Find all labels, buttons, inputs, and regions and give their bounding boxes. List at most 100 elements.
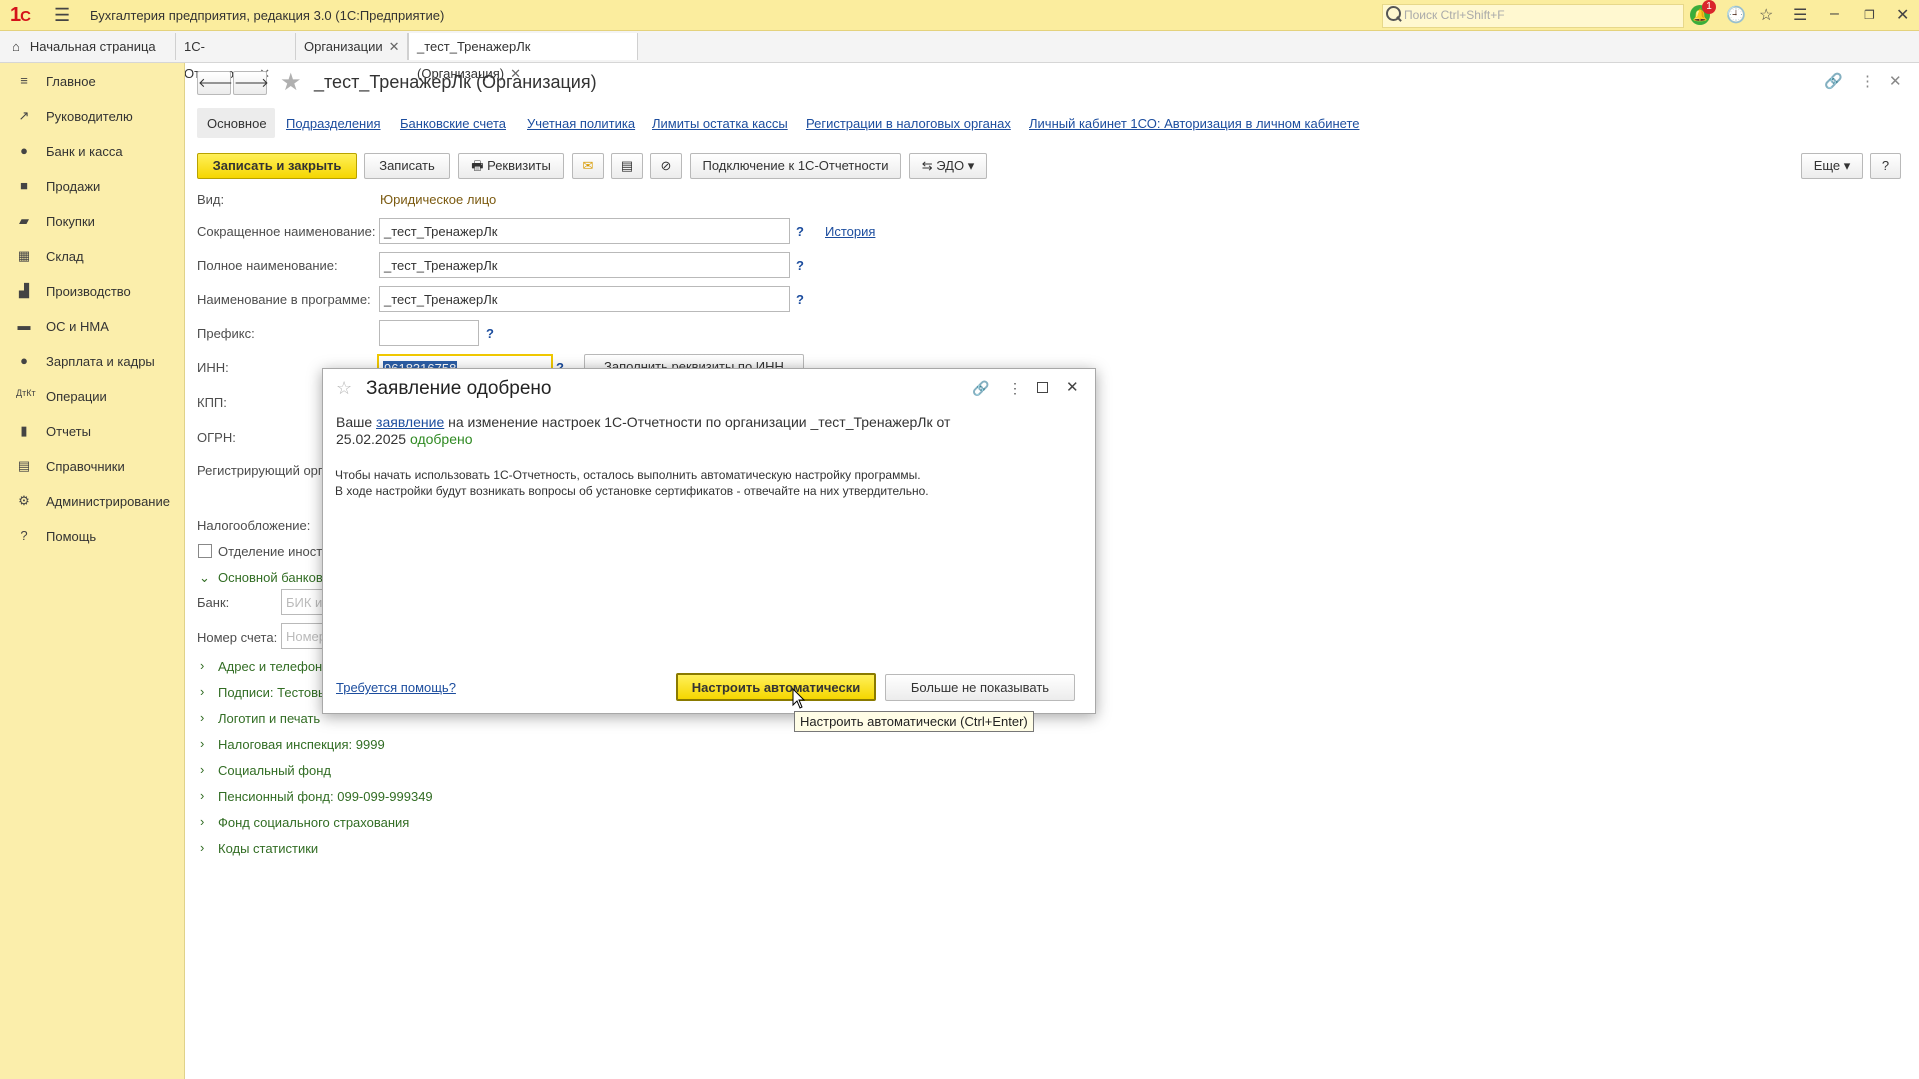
tab-label: Начальная страница: [29, 39, 156, 54]
printer-icon: 🖶: [471, 158, 484, 173]
favorite-star-icon[interactable]: ★: [280, 68, 302, 97]
program-name-help-icon[interactable]: ?: [796, 292, 804, 307]
tab-home[interactable]: ⌂ Начальная страница: [0, 33, 176, 60]
message-prefix: Ваше: [336, 414, 377, 430]
dialog-more-icon[interactable]: ⋮: [1008, 380, 1022, 397]
dialog-note-2: В ходе настройки будут возникать вопросы…: [335, 484, 929, 498]
sidebar-item-label: Продажи: [46, 179, 101, 194]
favorites-star-icon[interactable]: ☆: [1759, 5, 1773, 25]
dialog-close-icon[interactable]: ✕: [1066, 378, 1079, 396]
ogrn-label: ОГРН:: [197, 430, 236, 445]
subtab-main[interactable]: Основное: [197, 108, 275, 138]
save-button[interactable]: Записать: [364, 153, 450, 179]
sidebar-item-warehouse[interactable]: ▦ Склад: [0, 239, 184, 273]
group-signatures[interactable]: Подписи: Тестовы: [218, 685, 327, 700]
subtab-personal-cabinet[interactable]: Личный кабинет 1СО: Авторизация в личном…: [1029, 116, 1359, 131]
subtab-accounting-policy[interactable]: Учетная политика: [527, 116, 635, 131]
short-name-help-icon[interactable]: ?: [796, 224, 804, 239]
document-icon[interactable]: ▤: [611, 153, 643, 179]
help-button[interactable]: ?: [1870, 153, 1901, 179]
bank-label: Банк:: [197, 595, 230, 610]
edo-button[interactable]: ⇆ ЭДО ▾: [909, 153, 987, 179]
tab-1c-reporting[interactable]: 1С-Отчетность✕: [176, 33, 296, 81]
sidebar-item-reports[interactable]: ▮ Отчеты: [0, 414, 184, 448]
1c-logo: 1С: [10, 4, 31, 26]
tab-organization-card[interactable]: _тест_ТренажерЛк (Организация) ✕: [408, 33, 638, 81]
group-tax-inspection[interactable]: Налоговая инспекция: 9999: [218, 737, 385, 752]
dialog-favorite-icon[interactable]: ☆: [336, 378, 352, 399]
dialog-link-icon[interactable]: 🔗: [972, 380, 989, 397]
sidebar-item-bank[interactable]: ● Банк и касса: [0, 134, 184, 168]
sidebar-item-assets[interactable]: ▬ ОС и НМА: [0, 309, 184, 343]
vid-value[interactable]: Юридическое лицо: [380, 192, 496, 207]
full-name-field[interactable]: _тест_ТренажерЛк: [379, 252, 790, 278]
history-link[interactable]: История: [825, 224, 875, 239]
chevron-right-icon: ›: [200, 840, 205, 855]
message-suffix: на изменение настроек 1С-Отчетности по о…: [444, 414, 951, 430]
subtab-cash-limits[interactable]: Лимиты остатка кассы: [652, 116, 788, 131]
tab-close-icon[interactable]: ✕: [389, 39, 400, 54]
taxation-label: Налогообложение:: [197, 518, 311, 533]
foreign-branch-checkbox[interactable]: [198, 544, 212, 558]
history-icon[interactable]: 🕘: [1726, 5, 1746, 25]
minimize-icon[interactable]: –: [1830, 5, 1839, 23]
tab-organizations[interactable]: Организации ✕: [296, 33, 408, 60]
application-link[interactable]: заявление: [376, 414, 444, 430]
search-placeholder: Поиск Ctrl+Shift+F: [1404, 8, 1505, 22]
sidebar-item-purchases[interactable]: ▰ Покупки: [0, 204, 184, 238]
more-vertical-icon[interactable]: ⋮: [1860, 72, 1875, 90]
full-name-help-icon[interactable]: ?: [796, 258, 804, 273]
subtab-tax-registrations[interactable]: Регистрации в налоговых органах: [806, 116, 1011, 131]
configure-automatically-button[interactable]: Настроить автоматически: [676, 673, 876, 701]
prefix-help-icon[interactable]: ?: [486, 326, 494, 341]
group-social-fund[interactable]: Социальный фонд: [218, 763, 331, 778]
main-bank-account-group[interactable]: Основной банков: [218, 570, 323, 585]
more-button[interactable]: Еще ▾: [1801, 153, 1863, 179]
notification-badge: 1: [1702, 0, 1716, 14]
sidebar-item-admin[interactable]: ⚙ Администрирование: [0, 484, 184, 518]
save-and-close-button[interactable]: Записать и закрыть: [197, 153, 357, 179]
help-needed-link[interactable]: Требуется помощь?: [336, 680, 456, 695]
main-menu-icon[interactable]: ☰: [54, 5, 70, 26]
program-name-field[interactable]: _тест_ТренажерЛк: [379, 286, 790, 312]
group-address[interactable]: Адрес и телефон: [218, 659, 322, 674]
subtab-bank-accounts[interactable]: Банковские счета: [400, 116, 506, 131]
short-name-label: Сокращенное наименование:: [197, 224, 376, 239]
sidebar-item-manager[interactable]: ↗ Руководителю: [0, 99, 184, 133]
group-pension-fund[interactable]: Пенсионный фонд: 099-099-999349: [218, 789, 433, 804]
sidebar-item-production[interactable]: ▟ Производство: [0, 274, 184, 308]
group-logo[interactable]: Логотип и печать: [218, 711, 320, 726]
sidebar-item-label: Производство: [46, 284, 131, 299]
back-button[interactable]: 🡐: [197, 71, 233, 95]
subtab-departments[interactable]: Подразделения: [286, 116, 381, 131]
group-social-insurance[interactable]: Фонд социального страхования: [218, 815, 409, 830]
close-form-icon[interactable]: ✕: [1889, 72, 1902, 90]
requisites-button[interactable]: 🖶 Реквизиты: [458, 153, 564, 179]
close-window-icon[interactable]: ✕: [1896, 5, 1909, 25]
email-icon[interactable]: ✉: [572, 153, 604, 179]
sidebar-item-main[interactable]: ≡ Главное: [0, 64, 184, 98]
link-icon[interactable]: 🔗: [1824, 72, 1843, 90]
dont-show-again-button[interactable]: Больше не показывать: [885, 674, 1075, 701]
edo-label: ЭДО: [936, 158, 965, 173]
short-name-field[interactable]: _тест_ТренажерЛк: [379, 218, 790, 244]
sidebar-item-operations[interactable]: ДтКт Операции: [0, 379, 184, 413]
connect-reporting-button[interactable]: Подключение к 1С-Отчетности: [690, 153, 901, 179]
bar-chart-icon: ▮: [20, 423, 28, 438]
restore-icon[interactable]: ❐: [1864, 8, 1875, 22]
dialog-maximize-icon[interactable]: [1037, 382, 1048, 393]
sidebar-item-help[interactable]: ? Помощь: [0, 519, 184, 553]
prefix-field[interactable]: [379, 320, 479, 346]
cart-icon: ▰: [19, 213, 29, 228]
sidebar-item-label: Администрирование: [46, 494, 170, 509]
forward-button[interactable]: 🡒: [233, 71, 269, 95]
sidebar-item-salary[interactable]: ● Зарплата и кадры: [0, 344, 184, 378]
attachment-icon[interactable]: ⊘: [650, 153, 682, 179]
group-statistics-codes[interactable]: Коды статистики: [218, 841, 318, 856]
sidebar-item-sales[interactable]: ■ Продажи: [0, 169, 184, 203]
home-icon: ⌂: [12, 39, 20, 54]
account-number-label: Номер счета:: [197, 630, 278, 645]
sidebar-item-directories[interactable]: ▤ Справочники: [0, 449, 184, 483]
sidebar-item-label: Покупки: [46, 214, 95, 229]
settings-menu-icon[interactable]: ☰: [1793, 5, 1807, 25]
